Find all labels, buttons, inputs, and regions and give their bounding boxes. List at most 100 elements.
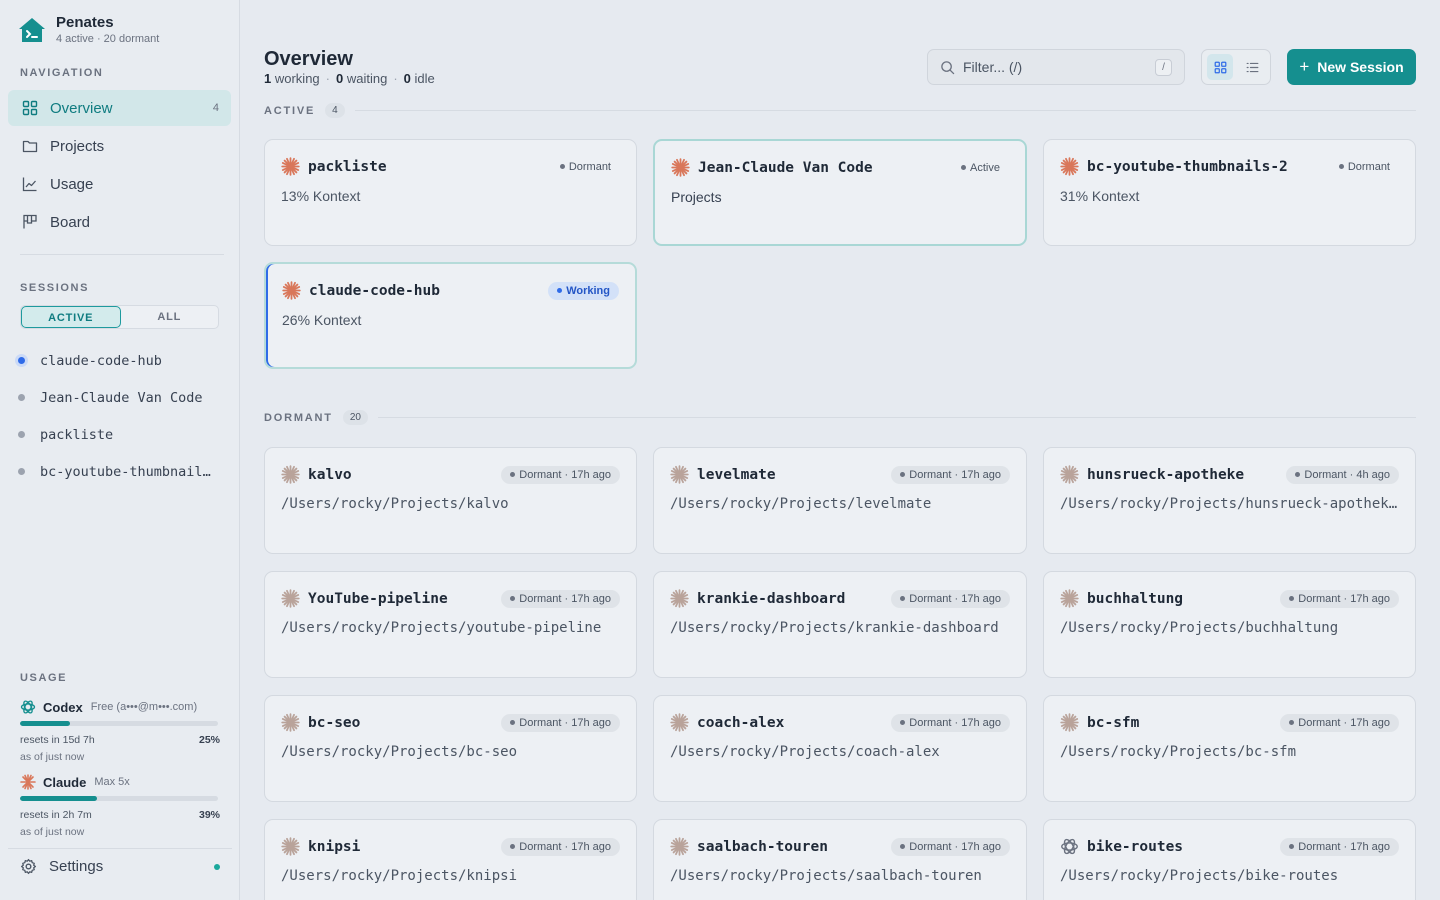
divider bbox=[377, 417, 1416, 418]
session-filter-active[interactable]: ACTIVE bbox=[21, 306, 121, 328]
claude-icon bbox=[670, 465, 689, 484]
grid-view-button[interactable] bbox=[1207, 54, 1233, 80]
usage-asof: as of just now bbox=[20, 826, 85, 838]
claude-icon bbox=[20, 774, 36, 790]
status-summary: 1 working · 0 waiting · 0 idle bbox=[264, 71, 435, 86]
status-badge: Dormant · 17h ago bbox=[501, 465, 620, 484]
session-name: YouTube-pipeline bbox=[308, 590, 448, 607]
session-detail: /Users/rocky/Projects/kalvo bbox=[281, 496, 509, 512]
session-name: claude-code-hub bbox=[40, 352, 162, 369]
session-detail: /Users/rocky/Projects/levelmate bbox=[670, 496, 932, 512]
session-item[interactable]: Jean-Claude Van Code bbox=[18, 379, 228, 416]
view-toggle bbox=[1201, 49, 1271, 85]
usage-resets: resets in 2h 7m bbox=[20, 809, 92, 821]
session-card[interactable]: bike-routes Dormant · 17h ago/Users/rocky… bbox=[1043, 819, 1416, 900]
claude-icon bbox=[1060, 589, 1079, 608]
session-card[interactable]: krankie-dashboard Dormant · 17h ago/Users… bbox=[653, 571, 1027, 678]
status-badge: Dormant · 17h ago bbox=[501, 589, 620, 608]
session-name: Jean-Claude Van Code bbox=[40, 389, 203, 406]
status-badge-text: Dormant · 17h ago bbox=[909, 592, 1001, 605]
session-name: levelmate bbox=[697, 466, 776, 483]
status-badge: Dormant bbox=[1330, 158, 1399, 176]
sidebar-item-board[interactable]: Board bbox=[8, 204, 231, 240]
claude-icon bbox=[281, 465, 300, 484]
sidebar-item-projects[interactable]: Projects bbox=[8, 128, 231, 164]
session-detail: Projects bbox=[671, 189, 722, 205]
status-badge: Dormant · 17h ago bbox=[891, 713, 1010, 732]
session-card[interactable]: Jean-Claude Van Code Active Projects bbox=[653, 139, 1027, 246]
status-badge: Active bbox=[952, 159, 1009, 177]
status-dot bbox=[510, 595, 516, 601]
sidebar-item-label: Board bbox=[50, 213, 91, 231]
sidebar-item-label: Usage bbox=[50, 175, 94, 193]
usage-progress-fill bbox=[20, 721, 70, 726]
sessions-label: SESSIONS bbox=[20, 282, 90, 294]
session-name: packliste bbox=[40, 426, 114, 443]
status-badge: Dormant · 17h ago bbox=[891, 837, 1010, 856]
usage-codex: Codex Free (a•••@m•••.com) resets in 15d… bbox=[20, 699, 220, 763]
group-label: DORMANT bbox=[264, 411, 333, 424]
group-count: 20 bbox=[342, 410, 368, 425]
status-dot bbox=[559, 163, 565, 169]
usage-label: USAGE bbox=[20, 672, 68, 684]
session-card[interactable]: packliste Dormant 13% Kontext bbox=[264, 139, 637, 246]
session-item[interactable]: bc-youtube-thumbnails-2 bbox=[18, 453, 228, 490]
status-badge: Dormant · 17h ago bbox=[1280, 837, 1399, 856]
board-icon bbox=[23, 214, 37, 229]
session-detail: /Users/rocky/Projects/youtube-pipeline bbox=[281, 620, 602, 636]
session-card[interactable]: saalbach-touren Dormant · 17h ago/Users/r… bbox=[653, 819, 1027, 900]
filter-input[interactable] bbox=[963, 59, 1143, 75]
session-card[interactable]: claude-code-hub Working 26% Kontext bbox=[264, 262, 637, 369]
idle-label: idle bbox=[414, 71, 435, 86]
filter-box: / bbox=[927, 49, 1185, 85]
settings-button[interactable]: Settings bbox=[8, 848, 232, 884]
brand-title: Penates bbox=[56, 14, 114, 31]
claude-icon bbox=[1060, 157, 1079, 176]
claude-icon bbox=[282, 281, 301, 300]
sidebar-item-usage[interactable]: Usage bbox=[8, 166, 231, 202]
status-badge-text: Dormant · 17h ago bbox=[909, 840, 1001, 853]
session-card[interactable]: kalvo Dormant · 17h ago/Users/rocky/Proje… bbox=[264, 447, 637, 554]
session-card[interactable]: bc-sfm Dormant · 17h ago/Users/rocky/Proj… bbox=[1043, 695, 1416, 802]
session-name: hunsrueck-apotheke bbox=[1087, 466, 1245, 483]
status-dot bbox=[18, 357, 25, 364]
session-name: saalbach-touren bbox=[697, 838, 828, 855]
idle-count: 0 bbox=[403, 71, 411, 86]
sidebar-item-label: Overview bbox=[50, 99, 113, 117]
status-badge: Dormant · 4h ago bbox=[1286, 465, 1399, 484]
folder-icon bbox=[22, 140, 38, 153]
session-card[interactable]: bc-youtube-thumbnails-2 Dormant 31% Kontex… bbox=[1043, 139, 1416, 246]
status-badge: Dormant · 17h ago bbox=[891, 589, 1010, 608]
session-card[interactable]: hunsrueck-apotheke Dormant · 4h ago/Users… bbox=[1043, 447, 1416, 554]
session-card[interactable]: levelmate Dormant · 17h ago/Users/rocky/P… bbox=[653, 447, 1027, 554]
session-item[interactable]: claude-code-hub bbox=[18, 342, 228, 379]
session-item[interactable]: packliste bbox=[18, 416, 228, 453]
session-name: krankie-dashboard bbox=[697, 590, 846, 607]
new-session-button[interactable]: + New Session bbox=[1287, 49, 1416, 85]
session-filter-all[interactable]: ALL bbox=[121, 306, 219, 328]
session-card[interactable]: bc-seo Dormant · 17h ago/Users/rocky/Proj… bbox=[264, 695, 637, 802]
sidebar-item-overview[interactable]: Overview 4 bbox=[8, 90, 231, 126]
brand-subtitle: 4 active · 20 dormant bbox=[56, 33, 160, 45]
session-name: packliste bbox=[308, 158, 387, 175]
session-filter-toggle: ACTIVE ALL bbox=[20, 305, 219, 329]
openai-icon bbox=[1061, 838, 1078, 855]
status-badge: Dormant bbox=[551, 158, 620, 176]
dormant-group-header: DORMANT 20 bbox=[264, 410, 1416, 425]
waiting-count: 0 bbox=[336, 71, 344, 86]
usage-provider-name: Claude bbox=[43, 774, 87, 790]
session-card[interactable]: knipsi Dormant · 17h ago/Users/rocky/Proj… bbox=[264, 819, 637, 900]
shortcut-hint: / bbox=[1155, 59, 1172, 76]
list-view-button[interactable] bbox=[1239, 54, 1265, 80]
group-label: ACTIVE bbox=[264, 104, 316, 117]
status-badge: Dormant · 17h ago bbox=[501, 713, 620, 732]
session-detail: /Users/rocky/Projects/coach-alex bbox=[670, 744, 940, 760]
brand[interactable]: Penates 4 active · 20 dormant bbox=[18, 14, 159, 45]
session-card[interactable]: buchhaltung Dormant · 17h ago/Users/rocky… bbox=[1043, 571, 1416, 678]
status-badge: Dormant · 17h ago bbox=[891, 465, 1010, 484]
session-detail: /Users/rocky/Projects/knipsi bbox=[281, 868, 518, 884]
session-card[interactable]: YouTube-pipeline Dormant · 17h ago/Users/… bbox=[264, 571, 637, 678]
session-card[interactable]: coach-alex Dormant · 17h ago/Users/rocky/… bbox=[653, 695, 1027, 802]
active-group-header: ACTIVE 4 bbox=[264, 103, 1416, 118]
chart-line-icon bbox=[22, 177, 37, 192]
